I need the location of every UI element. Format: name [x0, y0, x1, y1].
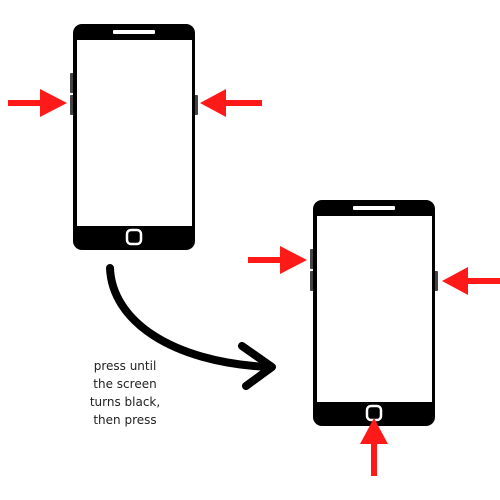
phone-icon-after — [308, 198, 440, 428]
caption-line: then press — [93, 413, 157, 427]
red-arrow-icon — [200, 89, 262, 117]
instruction-diagram: press until the screen turns black, then… — [0, 0, 500, 500]
phone-icon-before — [68, 22, 200, 252]
instruction-caption: press until the screen turns black, then… — [65, 357, 185, 429]
red-arrow-icon — [360, 418, 388, 476]
red-arrow-icon — [442, 267, 500, 295]
caption-line: turns black, — [89, 395, 161, 409]
red-arrow-icon — [248, 246, 307, 274]
caption-line: the screen — [93, 377, 157, 391]
caption-line: press until — [93, 359, 157, 373]
red-arrow-icon — [8, 89, 67, 117]
